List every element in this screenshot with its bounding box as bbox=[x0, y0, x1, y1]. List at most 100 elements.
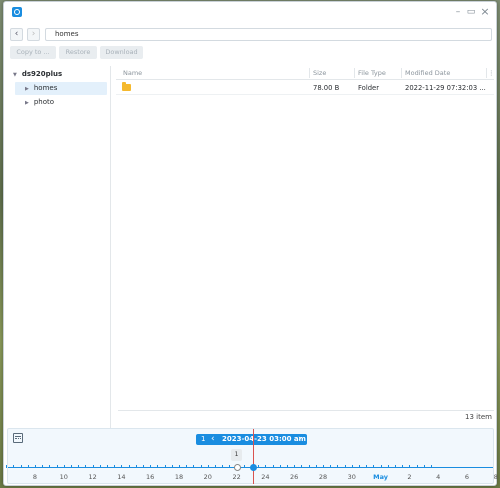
snapshot-date[interactable]: 2023-04-23 03:00 am bbox=[222, 434, 306, 445]
download-button[interactable]: Download bbox=[100, 46, 143, 59]
close-icon[interactable]: × bbox=[479, 6, 491, 18]
timeline-tick bbox=[359, 465, 360, 468]
caret-right-icon: ▶ bbox=[25, 100, 29, 106]
timeline-tick bbox=[272, 465, 274, 468]
timeline-tick bbox=[42, 465, 44, 468]
column-header-size[interactable]: Size bbox=[313, 69, 326, 77]
timeline-tick-label: 12 bbox=[88, 473, 97, 481]
path-field[interactable]: homes bbox=[45, 28, 492, 41]
timeline-tick bbox=[243, 465, 245, 468]
cell-type: Folder bbox=[358, 84, 380, 92]
timeline-tick bbox=[416, 465, 418, 468]
timeline-tick bbox=[380, 465, 382, 468]
camera-icon bbox=[12, 7, 22, 17]
timeline-tick bbox=[27, 465, 29, 468]
timeline-tick bbox=[265, 465, 267, 468]
minimize-icon[interactable]: – bbox=[452, 6, 464, 18]
timeline-tick bbox=[308, 465, 310, 468]
timeline-tick-label: 6 bbox=[464, 473, 470, 481]
timeline-tick bbox=[294, 465, 296, 468]
prev-snapshot-button[interactable]: ‹ bbox=[211, 434, 215, 444]
timeline-tick-label: 30 bbox=[347, 473, 356, 481]
snapshot-timeline: 1 ‹ 2023-04-23 03:00 am › 1 8 10 12 14 16 18 2… bbox=[6, 428, 498, 484]
tree-root-label: ds920plus bbox=[21, 70, 63, 78]
timeline-tick bbox=[315, 465, 317, 468]
tree-root[interactable]: ▼ ds920plus bbox=[13, 70, 62, 78]
restore-button[interactable]: Restore bbox=[59, 46, 97, 59]
timeline-tick-label: 20 bbox=[203, 473, 212, 481]
timeline-tick bbox=[78, 465, 80, 468]
snapshot-count-badge: 1 bbox=[231, 449, 242, 461]
column-divider bbox=[486, 68, 487, 78]
timeline-tick bbox=[200, 465, 202, 468]
timeline-tick-label: 24 bbox=[261, 473, 270, 481]
column-header-modified[interactable]: Modified Date bbox=[405, 69, 450, 77]
timeline-tick bbox=[164, 465, 166, 468]
forward-button[interactable]: › bbox=[27, 28, 40, 41]
timeline-tick bbox=[150, 465, 152, 468]
timeline-tick bbox=[49, 465, 51, 468]
timeline-tick-label: 8 bbox=[493, 473, 498, 481]
next-snapshot-button[interactable]: › bbox=[298, 434, 302, 444]
timeline-tick-label: 8 bbox=[32, 473, 38, 481]
timeline-tick bbox=[92, 465, 94, 468]
timeline-tick bbox=[56, 465, 58, 468]
timeline-tick bbox=[63, 465, 65, 468]
timeline-tick bbox=[128, 465, 130, 468]
timeline-tick-label: 2 bbox=[407, 473, 412, 481]
back-button[interactable]: ‹ bbox=[10, 28, 23, 41]
timeline-tick bbox=[351, 465, 353, 468]
column-divider bbox=[354, 68, 355, 78]
timeline-tick-label: 28 bbox=[318, 473, 328, 481]
timeline-handle[interactable] bbox=[250, 464, 257, 471]
timeline-tick bbox=[99, 465, 101, 468]
timeline-tick bbox=[135, 465, 137, 468]
timeline-tick bbox=[229, 465, 231, 468]
sidebar-item-photo[interactable]: ▶ photo bbox=[15, 96, 107, 109]
timeline-tick bbox=[114, 465, 116, 468]
snapshot-selected-count: 1 bbox=[201, 435, 206, 443]
timeline-tick bbox=[366, 465, 368, 468]
calendar-icon[interactable] bbox=[13, 433, 23, 443]
timeline-tick bbox=[207, 465, 209, 468]
timeline-tick-label: 14 bbox=[117, 473, 126, 481]
timeline-tick bbox=[337, 465, 339, 468]
timeline-tick bbox=[179, 465, 180, 468]
snapshot-date-navigator: 1 ‹ 2023-04-23 03:00 am › bbox=[196, 434, 307, 445]
timeline-tick bbox=[13, 465, 15, 468]
timeline-tick-label: 18 bbox=[174, 473, 184, 481]
caret-right-icon: ▶ bbox=[25, 86, 29, 92]
timeline-tick bbox=[323, 465, 324, 468]
caret-down-icon: ▼ bbox=[13, 72, 17, 78]
sidebar-item-homes[interactable]: ▶ homes bbox=[15, 82, 107, 95]
cell-size: 78.00 B bbox=[313, 84, 340, 92]
folder-icon bbox=[122, 82, 131, 91]
snapshot-marker[interactable] bbox=[234, 464, 241, 471]
timeline-tick bbox=[279, 465, 281, 468]
timeline-tick bbox=[344, 465, 346, 468]
backup-explorer-window: – ▭ × ‹ › homes Copy to ... Restore Down… bbox=[3, 1, 498, 486]
timeline-tick bbox=[258, 465, 260, 468]
maximize-icon[interactable]: ▭ bbox=[465, 6, 477, 18]
timeline-tick-label: 10 bbox=[59, 473, 68, 481]
sidebar-item-label: homes bbox=[33, 84, 58, 92]
table-row[interactable]: 78.00 B Folder 2022-11-29 07:32:03 ... bbox=[116, 81, 494, 95]
timeline-tick bbox=[373, 465, 375, 468]
action-toolbar: Copy to ... Restore Download bbox=[4, 46, 496, 60]
timeline-tick bbox=[402, 465, 404, 468]
timeline-tick bbox=[330, 465, 332, 468]
column-header-type[interactable]: File Type bbox=[358, 69, 386, 77]
timeline-tick bbox=[35, 465, 36, 468]
timeline-tick-label: 22 bbox=[232, 473, 241, 481]
timeline-tick bbox=[431, 465, 432, 468]
timeline-cursor[interactable] bbox=[253, 429, 254, 484]
timeline-tick bbox=[423, 465, 425, 468]
timeline-tick bbox=[215, 465, 216, 468]
table-header: Name Size File Type Modified Date ⋮ bbox=[116, 66, 495, 80]
column-header-name[interactable]: Name bbox=[123, 69, 142, 77]
timeline-tick-label: 16 bbox=[146, 473, 155, 481]
column-menu-icon[interactable]: ⋮ bbox=[488, 69, 495, 77]
copy-to-button[interactable]: Copy to ... bbox=[10, 46, 56, 59]
timeline-tick-label: May bbox=[373, 473, 389, 481]
timeline-tick bbox=[395, 465, 396, 468]
